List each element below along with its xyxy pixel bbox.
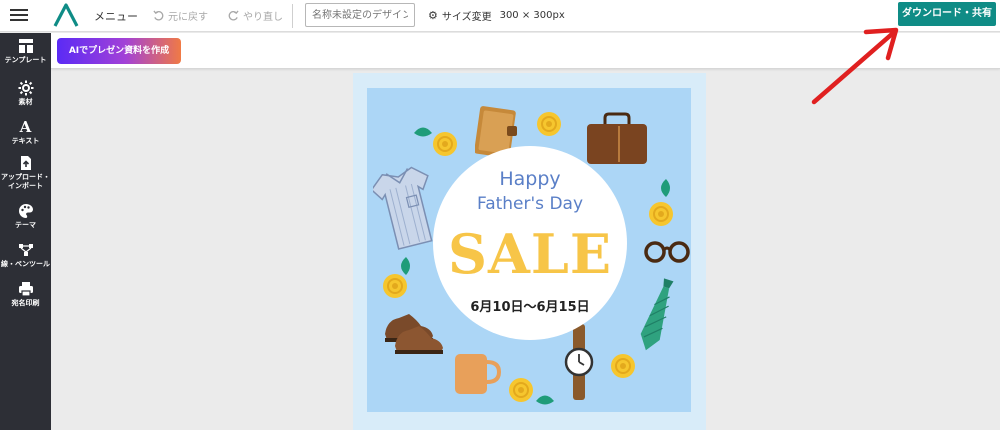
sale-dates-text[interactable]: 6月10日〜6月15日 [433,296,627,315]
hamburger-menu-icon[interactable] [10,6,28,24]
yellow-rose-icon [433,132,457,156]
leaf-icon [414,127,432,137]
wristwatch-icon [564,324,594,400]
pen-tool-icon [18,244,33,256]
sidebar-item-label: テンプレート [4,56,47,64]
leaf-icon [536,395,554,405]
leaf-icon [661,179,670,197]
ai-presentation-button[interactable]: AIでプレゼン資料を作成 [57,38,181,64]
sidebar-item-label-line2: インポート [8,182,43,190]
annotation-arrow-icon [811,27,899,105]
yellow-rose-icon [509,378,533,402]
happy-text[interactable]: Happy [433,168,627,190]
sidebar-item-label: 素材 [18,98,33,106]
sale-circle: Happy Father's Day SALE 6月10日〜6月15日 [433,146,627,340]
text-icon: A [19,118,32,136]
template-icon [18,39,33,53]
document-name-input[interactable] [305,3,415,27]
redo-label: やり直し [243,12,283,23]
necktie-icon [640,278,674,351]
sidebar-item-label: テキスト [11,137,40,145]
glasses-icon [644,241,690,263]
printer-icon [18,282,33,297]
palette-icon [18,204,33,218]
sidebar-item-upload[interactable]: アップロード・ インポート [0,155,51,191]
material-icon [18,80,33,96]
sidebar-item-address-print[interactable]: 宛名印刷 [0,281,51,308]
design-canvas[interactable]: Happy Father's Day SALE 6月10日〜6月15日 [367,88,691,412]
fathers-day-text[interactable]: Father's Day [433,194,627,214]
sidebar-item-label: 宛名印刷 [11,299,40,307]
gear-icon: ⚙ [428,9,438,22]
app-logo[interactable] [52,2,80,28]
sidebar-item-label: テーマ [15,221,36,229]
yellow-rose-icon [649,202,673,226]
sidebar-item-label: 線・ペンツール [1,260,50,268]
toolbar-divider [292,4,293,28]
sidebar-item-theme[interactable]: テーマ [0,203,51,230]
sidebar-item-pen-tool[interactable]: 線・ペンツール [0,242,51,269]
yellow-rose-icon [383,274,407,298]
resize-label: サイズ変更 [441,12,492,23]
undo-label: 元に戻す [168,12,208,23]
left-sidebar: テンプレート 素材 A テキスト アップロード・ インポート テーマ 線・ペンツ… [0,33,51,430]
sidebar-item-label: アップロード・ [1,173,50,181]
sidebar-item-material[interactable]: 素材 [0,80,51,107]
upload-icon [20,156,31,170]
briefcase-icon [587,112,647,164]
redo-icon [228,10,239,21]
download-share-button[interactable]: ダウンロード・共有 [898,2,996,26]
undo-button[interactable]: 元に戻す [153,8,208,23]
yellow-rose-icon [537,112,561,136]
sidebar-item-text[interactable]: A テキスト [0,119,51,146]
resize-button[interactable]: ⚙ サイズ変更 300 × 300px [428,8,565,23]
sale-text[interactable]: SALE [433,222,627,286]
canvas-size-label: 300 × 300px [499,10,565,21]
mug-icon [455,354,501,394]
redo-button[interactable]: やり直し [228,8,283,23]
undo-icon [153,10,164,21]
menu-button[interactable]: メニュー [94,8,138,24]
leaf-icon [401,257,410,275]
shirt-icon [373,166,433,250]
yellow-rose-icon [611,354,635,378]
sidebar-item-template[interactable]: テンプレート [0,38,51,65]
